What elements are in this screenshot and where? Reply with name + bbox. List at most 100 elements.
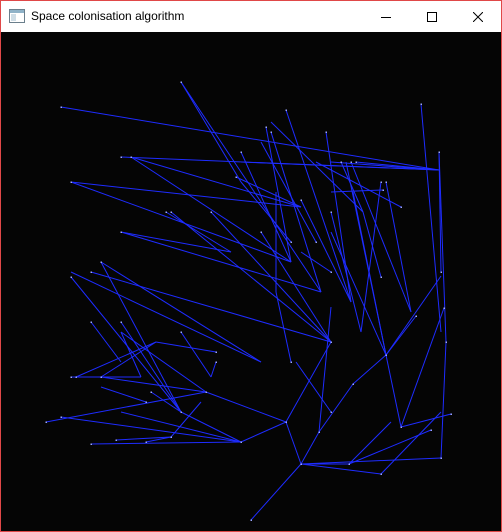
attractor-point [70, 181, 72, 183]
tree-branch-line [360, 181, 382, 333]
attractor-point [285, 109, 287, 111]
attractor-point [290, 361, 292, 363]
tree-branch-line [250, 463, 302, 521]
attractor-point [430, 429, 432, 431]
attractor-point [400, 426, 402, 428]
attractor-point [240, 151, 242, 153]
tree-branch-line [300, 463, 382, 475]
attractor-point [340, 161, 342, 163]
tree-branch-line [240, 161, 440, 171]
attractor-point [75, 376, 77, 378]
attractor-point [70, 376, 72, 378]
tree-branch-line [352, 191, 387, 356]
tree-branch-line [155, 341, 217, 353]
minimize-button[interactable] [363, 1, 409, 32]
tree-branch-line [120, 331, 207, 393]
tree-branch-line [285, 421, 302, 465]
tree-branch-line [70, 271, 262, 363]
attractor-point [420, 103, 422, 105]
app-window-icon [9, 9, 25, 23]
attractor-point [382, 189, 384, 191]
tree-branch-line [380, 411, 442, 475]
minimize-icon [381, 16, 391, 18]
attractor-point [330, 341, 332, 343]
attractor-point [170, 436, 172, 438]
attractor-point [380, 473, 382, 475]
attractor-point [440, 457, 442, 459]
attractor-point [180, 81, 182, 83]
attractor-point [415, 315, 417, 317]
title-bar[interactable]: Space colonisation algorithm [1, 1, 501, 32]
attractor-point [145, 401, 147, 403]
attractor-point [330, 271, 332, 273]
attractor-point [290, 241, 292, 243]
tree-branch-line [90, 441, 242, 445]
tree-branch-line [330, 231, 387, 356]
tree-branch-line [440, 341, 447, 459]
tree-branch-line [330, 189, 384, 193]
attractor-point [90, 271, 92, 273]
tree-branch-line [300, 431, 320, 465]
attractor-point [318, 431, 320, 433]
attractor-point [400, 206, 402, 208]
tree-branch-line [420, 103, 442, 333]
tree-branch-line [385, 354, 402, 428]
attractor-point [265, 126, 267, 128]
tree-branch-line [330, 211, 362, 333]
tree-branch-line [348, 421, 392, 465]
attractor-point [260, 231, 262, 233]
attractor-point [450, 413, 452, 415]
attractor-point [170, 211, 172, 213]
attractor-point [300, 463, 302, 465]
attractor-point [145, 441, 147, 443]
tree-branch-line [100, 386, 147, 403]
tree-branch-line [210, 361, 217, 378]
attractor-point [443, 307, 445, 309]
attractor-point [130, 156, 132, 158]
attractor-point [315, 241, 317, 243]
attractor-point [348, 463, 350, 465]
close-icon [473, 11, 483, 22]
tree-branch-line [120, 411, 242, 443]
attractor-point [385, 181, 387, 183]
close-button[interactable] [455, 1, 501, 32]
attractor-point [70, 276, 72, 278]
maximize-button[interactable] [409, 1, 455, 32]
tree-branch-line [352, 354, 387, 385]
attractor-point [350, 161, 352, 163]
attractor-point [440, 271, 442, 273]
tree-branch-line [260, 231, 332, 343]
attractor-point [180, 411, 182, 413]
attractor-point [100, 376, 102, 378]
tree-branch-line [70, 276, 182, 413]
tree-branch-line [100, 261, 262, 363]
maximize-icon [427, 11, 437, 22]
tree-branch-line [205, 391, 287, 423]
tree-branch-line [100, 376, 207, 393]
attractor-point [250, 519, 252, 521]
tree-branch-line [270, 121, 364, 213]
attractor-point [215, 361, 217, 363]
tree-branch-line [45, 391, 207, 423]
attractor-point [330, 211, 332, 213]
attractor-point [205, 391, 207, 393]
tree-branch-line [400, 413, 452, 428]
attractor-point [120, 156, 122, 158]
tree-branch-line [180, 81, 322, 293]
attractor-point [330, 411, 332, 413]
attractor-point [380, 276, 382, 278]
tree-branch-line [362, 211, 382, 278]
tree-branch-line [400, 307, 445, 428]
attractor-point [210, 211, 212, 213]
tree-branch-line [100, 261, 182, 413]
tree-branch-line [270, 131, 322, 293]
attractor-point [60, 416, 62, 418]
attractor-point [355, 161, 357, 163]
app-window: Space colonisation algorithm [0, 0, 502, 532]
tree-branch-line [150, 391, 182, 413]
attractor-point [120, 321, 122, 323]
window-title: Space colonisation algorithm [31, 9, 185, 23]
attractor-point [165, 211, 167, 213]
attractor-point [215, 351, 217, 353]
attractor-point [235, 176, 237, 178]
